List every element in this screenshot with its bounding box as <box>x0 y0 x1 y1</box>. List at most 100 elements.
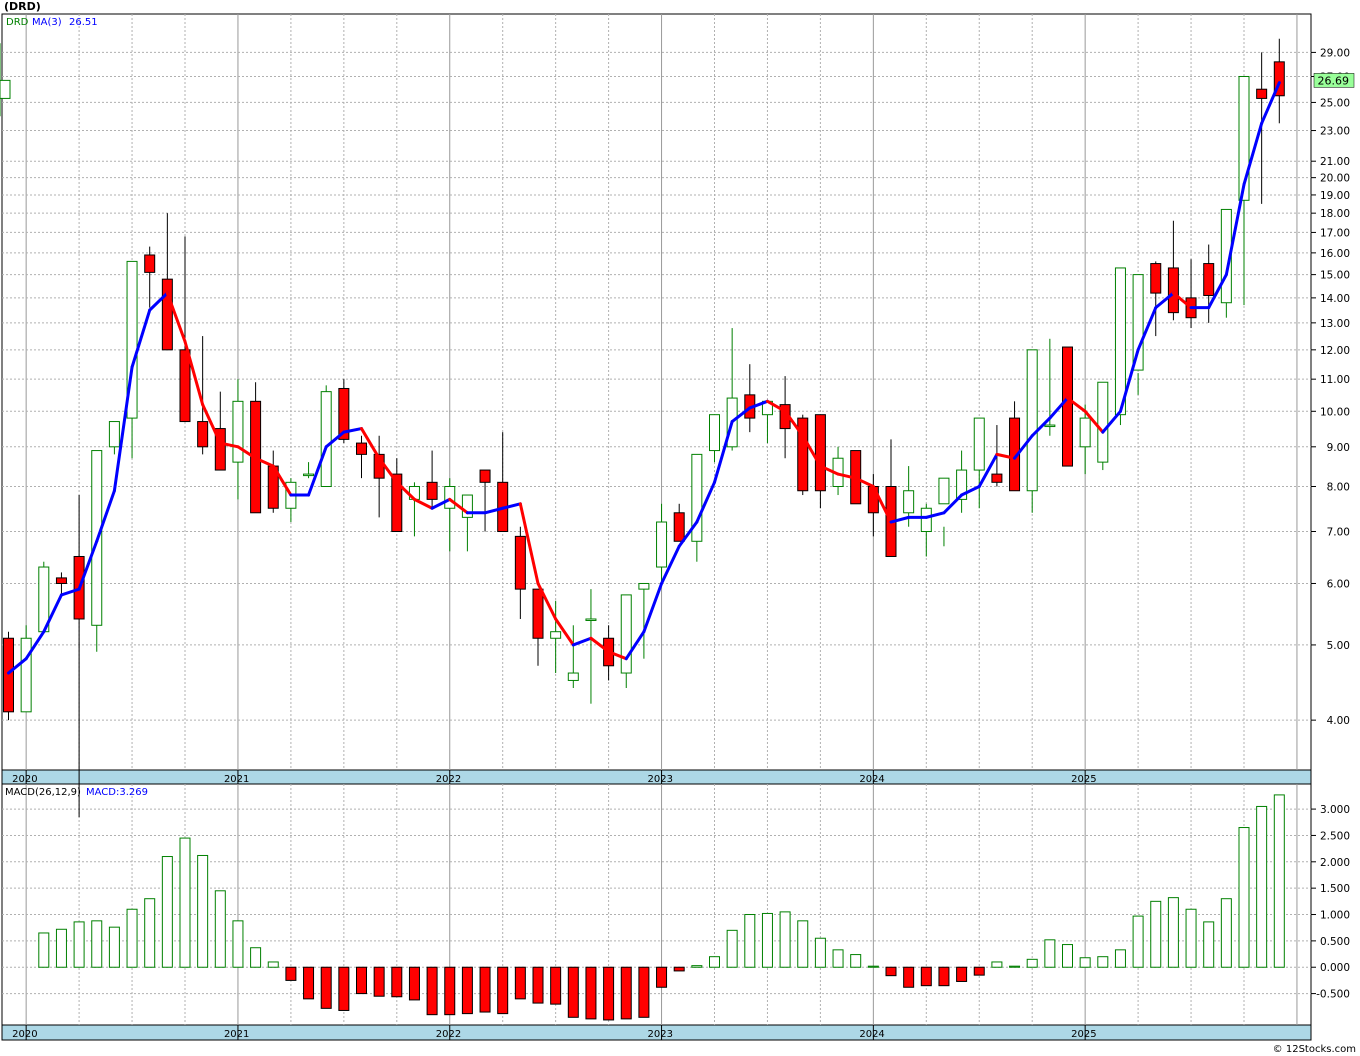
macd-bar <box>73 921 85 968</box>
price-axis-tick-label: 25.00 <box>1320 97 1350 109</box>
macd-bar <box>867 965 879 968</box>
macd-bar <box>232 920 244 968</box>
macd-year-label: 2023 <box>648 1029 673 1040</box>
price-legend-ma-label: MA(3) <box>32 17 62 28</box>
macd-bar <box>1203 921 1215 968</box>
macd-bar <box>1009 965 1021 968</box>
price-year-label: 2020 <box>12 774 37 785</box>
candle-body <box>1256 88 1268 99</box>
macd-axis-tick-label: 2.000 <box>1320 857 1350 869</box>
macd-axis-tick-label: 2.500 <box>1320 830 1350 842</box>
price-axis-tick-label: 18.00 <box>1320 208 1350 220</box>
candle-body <box>479 469 491 483</box>
candle-body <box>1026 349 1038 492</box>
macd-bar <box>779 911 791 968</box>
candle-body <box>426 481 438 500</box>
macd-bar <box>338 966 350 1011</box>
macd-bar <box>426 966 438 1016</box>
candle-body <box>161 278 173 351</box>
macd-bar <box>903 966 915 988</box>
candle-body <box>638 582 650 590</box>
macd-bar <box>267 961 279 968</box>
candle-body <box>1167 267 1179 314</box>
candle-body <box>903 490 915 514</box>
macd-bar <box>709 956 720 968</box>
last-price-label: 26.69 <box>1318 74 1350 87</box>
macd-bar <box>161 856 173 968</box>
macd-bar <box>550 966 562 1005</box>
price-legend-symbol: DRD <box>6 17 29 28</box>
candle-body <box>532 588 544 639</box>
macd-year-label: 2022 <box>436 1029 461 1040</box>
macd-bar <box>1273 794 1285 968</box>
price-axis-tick-label: 10.00 <box>1320 406 1350 418</box>
macd-bar <box>1114 949 1126 968</box>
macd-bar <box>497 966 509 1015</box>
macd-year-label: 2024 <box>859 1029 884 1040</box>
price-axis-tick-label: 4.00 <box>1327 715 1350 727</box>
macd-bar <box>461 966 473 1015</box>
macd-bar <box>603 966 615 1021</box>
macd-bar <box>214 890 226 968</box>
price-axis-tick-label: 17.00 <box>1320 227 1350 239</box>
macd-bar <box>1185 908 1197 968</box>
candle-body <box>656 521 668 568</box>
macd-bar <box>408 966 420 1001</box>
price-axis-tick-label: 9.00 <box>1327 442 1350 454</box>
candle-body <box>1097 381 1109 463</box>
candle-body <box>108 421 120 448</box>
macd-axis-tick-label: -0.500 <box>1316 989 1350 1001</box>
macd-year-label: 2021 <box>224 1029 249 1040</box>
macd-bar <box>285 966 297 981</box>
macd-bar <box>1062 944 1073 968</box>
candle-body <box>991 473 1003 483</box>
candle-body <box>973 417 985 471</box>
macd-bar <box>585 966 597 1020</box>
price-axis-tick-label: 21.00 <box>1320 156 1350 168</box>
candle-body <box>938 477 950 505</box>
candle-body <box>814 414 826 492</box>
macd-bar <box>885 966 897 977</box>
macd-bar <box>303 966 315 1000</box>
candle-body <box>20 637 32 713</box>
price-axis-tick-label: 29.00 <box>1320 47 1350 59</box>
macd-axis-tick-label: 1.000 <box>1320 910 1350 922</box>
macd-bar <box>973 966 985 976</box>
price-axis-tick-label: 12.00 <box>1320 345 1350 357</box>
candle-body <box>1114 267 1126 416</box>
candle-body <box>585 618 597 621</box>
site-credit: © 12Stocks.com <box>1272 1044 1356 1055</box>
candle-body <box>1132 274 1144 371</box>
macd-legend-value: MACD:3.269 <box>86 787 148 798</box>
macd-bar <box>144 898 156 968</box>
candle-body <box>1062 346 1073 467</box>
candle-body <box>1079 417 1091 448</box>
macd-bar <box>956 966 968 982</box>
macd-bar <box>514 966 526 1000</box>
candle-body <box>920 507 932 533</box>
price-axis-tick-label: 16.00 <box>1320 248 1350 260</box>
macd-year-label: 2020 <box>12 1029 37 1040</box>
macd-axis-tick-label: 0.500 <box>1320 936 1350 948</box>
candle-body <box>3 637 14 713</box>
candle-body <box>1150 263 1162 294</box>
macd-bar <box>691 965 703 968</box>
candle-body <box>303 473 315 477</box>
macd-bar <box>744 914 756 968</box>
macd-bar <box>656 966 668 988</box>
macd-bar <box>797 920 809 968</box>
macd-bar <box>55 928 67 968</box>
macd-axis-tick-label: 3.000 <box>1320 804 1350 816</box>
price-legend-ma-value: 26.51 <box>69 17 98 28</box>
price-axis-tick-label: 6.00 <box>1327 578 1350 590</box>
price-axis-tick-label: 8.00 <box>1327 482 1350 494</box>
macd-axis-tick-label: 1.500 <box>1320 883 1350 895</box>
macd-bar <box>761 912 773 968</box>
candle-body <box>55 577 67 584</box>
macd-bar <box>567 966 579 1018</box>
macd-bar <box>726 929 738 968</box>
candle-body <box>567 672 579 681</box>
macd-bar <box>673 966 685 972</box>
candle-body <box>444 486 456 509</box>
candle-body <box>550 631 562 639</box>
